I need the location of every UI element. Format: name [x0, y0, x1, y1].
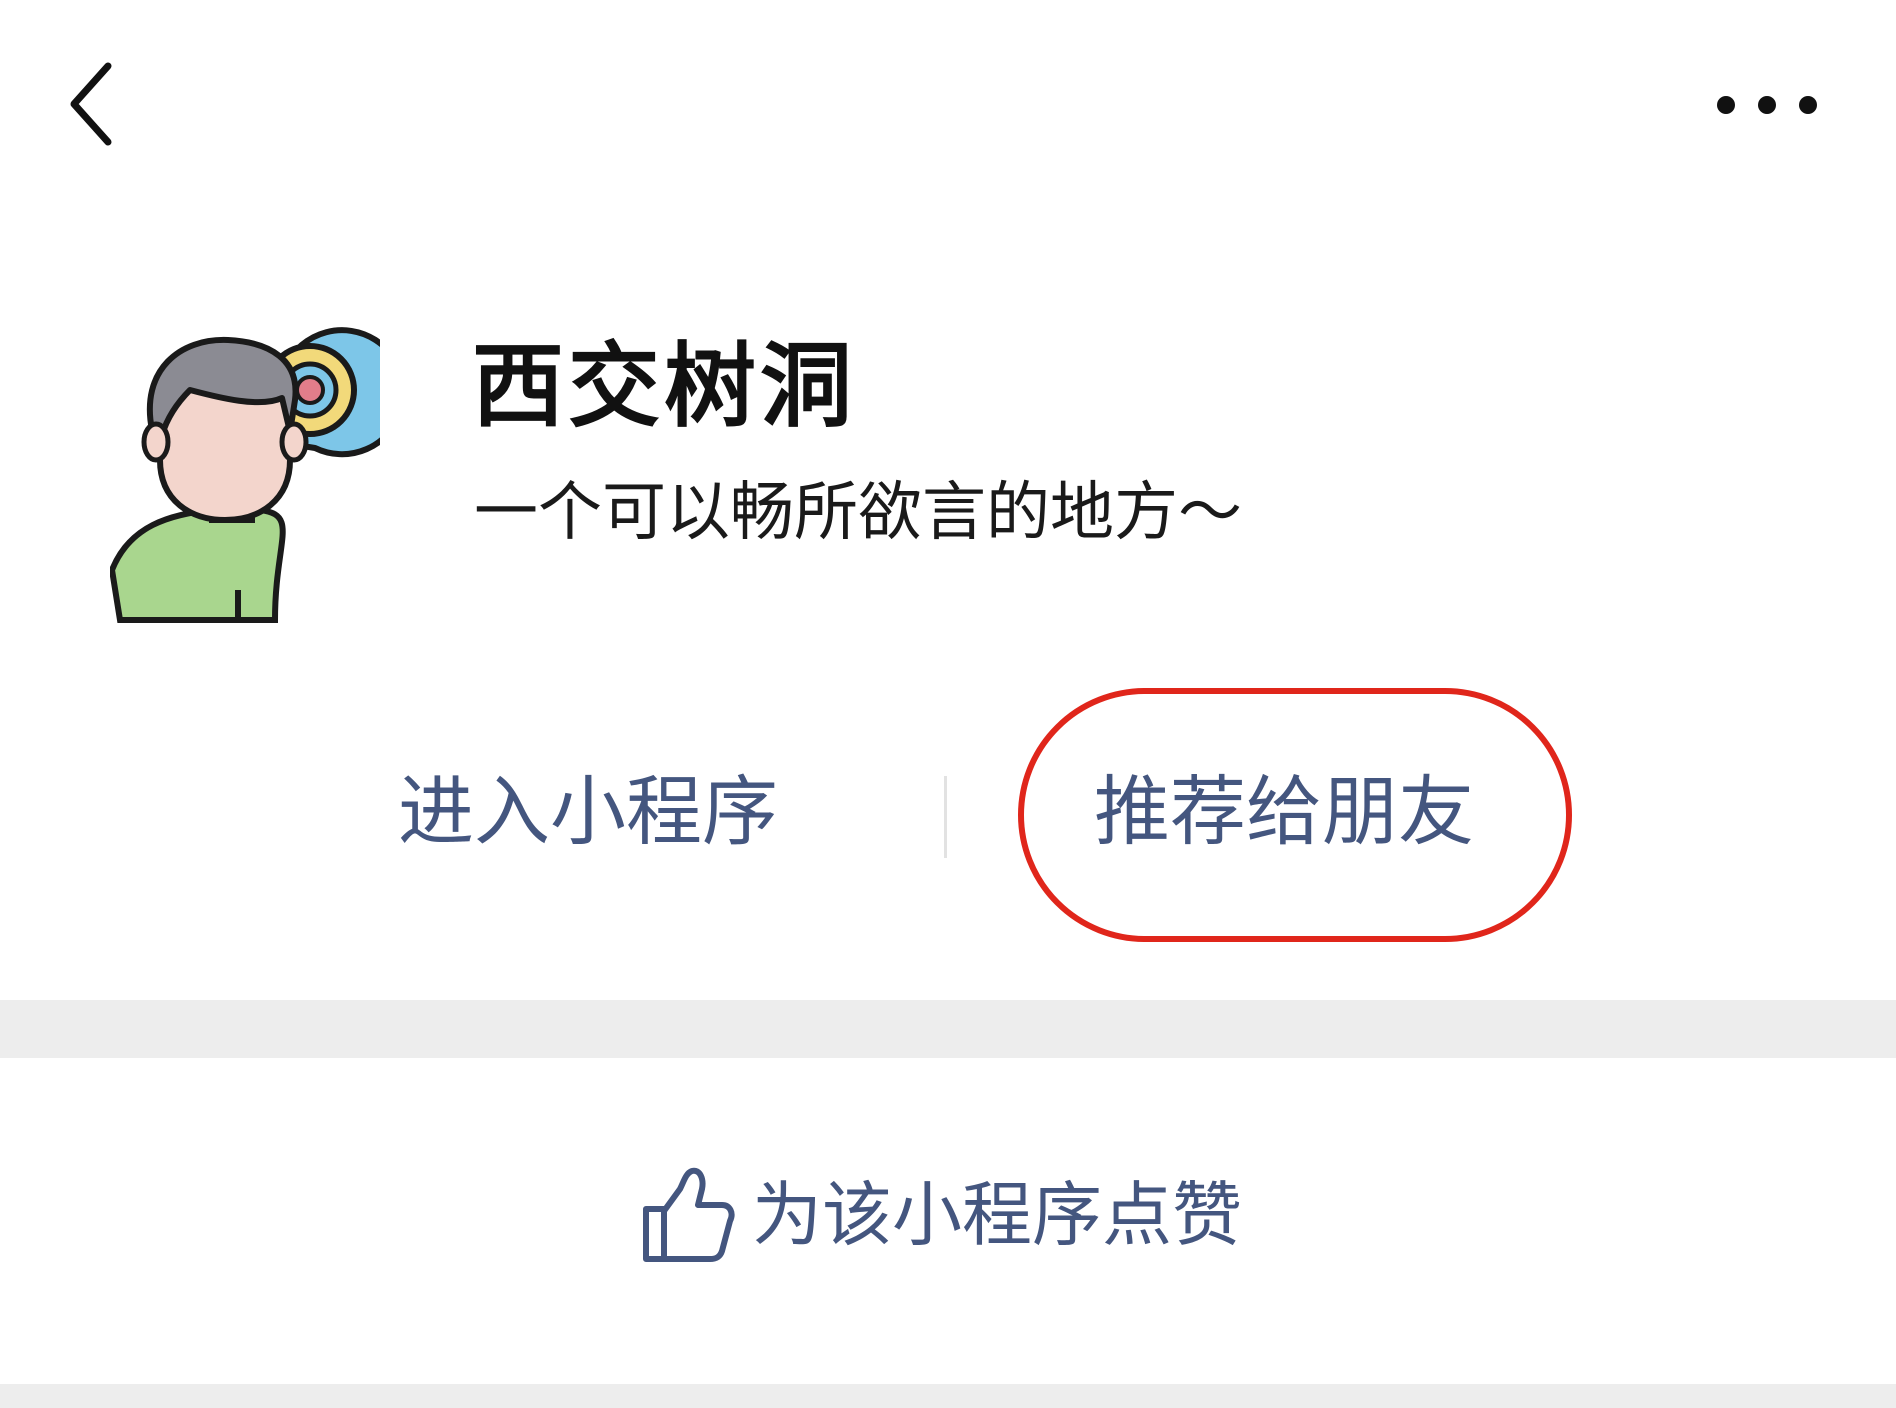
more-dots-icon: [1717, 96, 1817, 114]
more-button[interactable]: [1712, 80, 1822, 130]
person-with-speech-bubble-icon: [108, 327, 407, 623]
action-divider: [944, 776, 947, 858]
mini-program-description: 一个可以畅所欲言的地方～: [474, 476, 1242, 550]
chevron-left-icon: [70, 62, 112, 146]
bottom-separator: [0, 1384, 1896, 1408]
thumbs-up-icon: [643, 1167, 735, 1262]
section-separator: [0, 1000, 1896, 1058]
mini-program-name: 西交树洞: [472, 333, 857, 440]
recommend-to-friend-button[interactable]: 推荐给朋友: [1094, 770, 1474, 854]
like-label: 为该小程序点赞: [752, 1173, 1242, 1256]
enter-mini-program-button[interactable]: 进入小程序: [398, 770, 778, 854]
back-button[interactable]: [58, 52, 138, 152]
like-mini-program-button[interactable]: 为该小程序点赞: [640, 1160, 1242, 1270]
mini-program-avatar: [108, 320, 407, 630]
mini-program-profile-page: 西交树洞 一个可以畅所欲言的地方～ 进入小程序 推荐给朋友 为该小程序点赞: [0, 0, 1896, 1408]
